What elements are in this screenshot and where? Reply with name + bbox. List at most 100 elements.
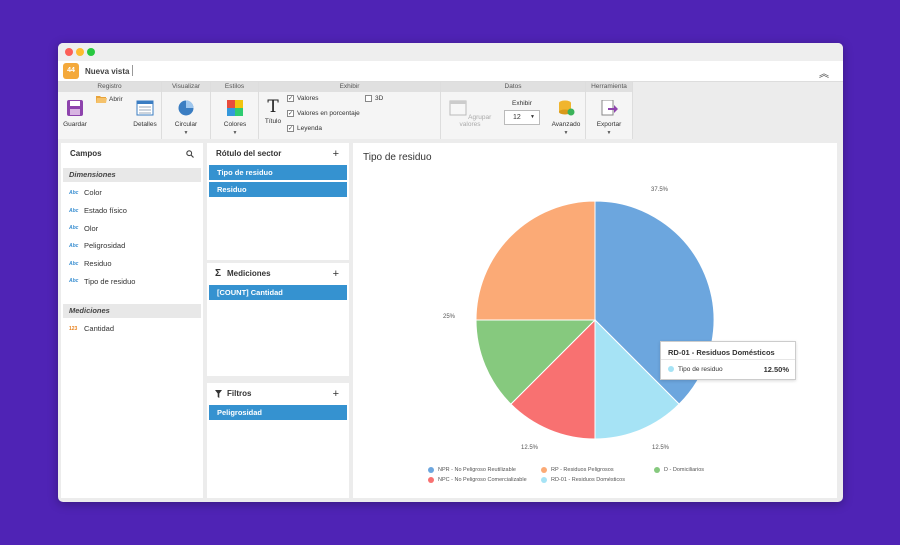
ribbon-group-estilos: Estilos Colores ▼ <box>211 82 259 139</box>
chip-tipo-de-residuo[interactable]: Tipo de residuo <box>209 165 347 180</box>
text-type-icon: Abc <box>69 207 79 214</box>
text-type-icon: Abc <box>69 189 79 196</box>
export-icon <box>601 99 618 116</box>
close-window-button[interactable] <box>65 48 73 56</box>
legend-item-npr[interactable]: NPR - No Peligroso Reutilizable <box>428 467 516 473</box>
slice-label-rp: 25% <box>443 314 456 320</box>
add-icon[interactable]: + <box>333 383 339 405</box>
avanzado-dropdown[interactable]: Avanzado ▼ <box>549 100 583 136</box>
legend-dot-icon <box>541 467 547 473</box>
filtros-header: Filtros + <box>207 383 349 405</box>
add-icon[interactable]: + <box>333 263 339 285</box>
collapse-ribbon-icon[interactable]: ︽ <box>819 65 829 80</box>
maximize-window-button[interactable] <box>87 48 95 56</box>
view-name[interactable]: Nueva vista <box>85 67 129 76</box>
field-residuo[interactable]: Abc Residuo <box>61 255 203 273</box>
legend-item-d[interactable]: D - Domiciliarios <box>654 467 704 473</box>
guardar-button[interactable]: Guardar <box>62 100 88 128</box>
mediciones-title: Mediciones <box>227 269 271 278</box>
field-cantidad[interactable]: 123 Cantidad <box>61 320 203 338</box>
valores-checkbox[interactable]: ✓ Valores <box>287 95 319 102</box>
circular-label: Circular <box>174 121 198 128</box>
agrupar-valores-button[interactable]: Agrupar valores <box>445 100 495 128</box>
field-peligrosidad[interactable]: Abc Peligrosidad <box>61 237 203 255</box>
save-icon <box>67 100 83 116</box>
ribbon-toolbar: Registro Guardar Abrir Detalles Visualiz… <box>58 82 633 139</box>
colores-label: Colores <box>223 121 247 128</box>
filter-icon <box>215 390 222 398</box>
guardar-label: Guardar <box>63 121 87 128</box>
chevron-down-icon: ▼ <box>530 114 535 120</box>
leyenda-checkbox[interactable]: ✓ Leyenda <box>287 125 322 132</box>
field-tipo-de-residuo[interactable]: Abc Tipo de residuo <box>61 272 203 290</box>
pie-slice-4[interactable] <box>475 200 596 321</box>
colores-dropdown[interactable]: Colores ▼ <box>219 100 251 136</box>
chevron-down-icon: ▼ <box>183 130 189 136</box>
3d-checkbox[interactable]: 3D <box>365 95 383 102</box>
legend-item-rd01[interactable]: RD-01 - Residuos Domésticos <box>541 477 625 483</box>
checkbox-unchecked-icon <box>365 95 372 102</box>
field-label: Residuo <box>84 259 112 269</box>
agrupar-label: Agrupar valores <box>459 114 492 128</box>
exhibir-count-select[interactable]: 12 ▼ <box>504 110 540 125</box>
leyenda-label: Leyenda <box>297 125 322 132</box>
legend-label: NPC - No Peligroso Comercializable <box>438 477 527 483</box>
exportar-label: Exportar <box>596 121 622 128</box>
circular-dropdown[interactable]: Circular ▼ <box>170 100 202 136</box>
filtros-title: Filtros <box>227 389 252 398</box>
detalles-button[interactable]: Detalles <box>132 100 158 128</box>
chevron-down-icon: ▼ <box>563 130 569 136</box>
legend-item-rp[interactable]: RP - Residuos Peligrosos <box>541 467 614 473</box>
dimensiones-section-title: Dimensiones <box>63 168 201 182</box>
campos-panel: Campos Dimensiones Abc Color Abc Estado fí… <box>61 143 203 498</box>
folder-open-icon <box>96 96 107 103</box>
field-label: Peligrosidad <box>84 241 126 251</box>
valores-porcentaje-checkbox[interactable]: ✓ Valores en porcentaje <box>287 110 360 117</box>
ribbon-group-datos: Datos Agrupar valores Exhibir 12 ▼ Avanza… <box>441 82 586 139</box>
field-olor[interactable]: Abc Olor <box>61 219 203 237</box>
minimize-window-button[interactable] <box>76 48 84 56</box>
detalles-label: Detalles <box>133 121 157 128</box>
legend-label: RP - Residuos Peligrosos <box>551 467 614 473</box>
field-label: Estado físico <box>84 206 127 216</box>
legend-dot-icon <box>428 467 434 473</box>
chevron-down-icon: ▼ <box>232 130 238 136</box>
abrir-button[interactable]: Abrir <box>96 95 123 104</box>
mediciones-header: Σ Mediciones + <box>207 263 349 285</box>
legend-label: RD-01 - Residuos Domésticos <box>551 477 625 483</box>
legend-dot-icon <box>654 467 660 473</box>
number-type-icon: 123 <box>69 325 78 332</box>
exportar-dropdown[interactable]: Exportar ▼ <box>592 99 626 136</box>
tooltip-series-name: Tipo de residuo <box>678 366 723 373</box>
ribbon-group-title: Registro <box>58 82 161 92</box>
pie-chart[interactable] <box>353 143 837 498</box>
rotulo-header: Rótulo del sector + <box>207 143 349 165</box>
text-type-icon: Abc <box>69 225 79 232</box>
add-icon[interactable]: + <box>333 143 339 165</box>
tooltip-title: RD-01 - Residuos Domésticos <box>668 348 775 357</box>
field-label: Color <box>84 188 102 198</box>
field-label: Olor <box>84 223 99 233</box>
details-icon <box>136 100 154 116</box>
search-icon[interactable] <box>186 150 194 158</box>
text-cursor <box>132 65 133 76</box>
pie-chart-icon <box>178 100 194 116</box>
checkbox-checked-icon: ✓ <box>287 95 294 102</box>
app-header: 44 Nueva vista ︽ <box>58 61 843 82</box>
tooltip-divider <box>661 359 795 360</box>
field-color[interactable]: Abc Color <box>61 184 203 202</box>
tooltip-series-dot <box>668 366 674 372</box>
titulo-button[interactable]: T Título <box>261 99 285 126</box>
tooltip-value: 12.50% <box>763 365 789 374</box>
chip-residuo[interactable]: Residuo <box>209 182 347 197</box>
chip-peligrosidad[interactable]: Peligrosidad <box>209 405 347 420</box>
app-window: 44 Nueva vista ︽ Registro Guardar Abrir … <box>58 43 843 502</box>
titulo-label: Título <box>264 118 282 125</box>
checkbox-checked-icon: ✓ <box>287 125 294 132</box>
slice-label-npc: 12.5% <box>652 445 670 451</box>
text-type-icon: Abc <box>69 242 79 249</box>
chip-count-cantidad[interactable]: [COUNT] Cantidad <box>209 285 347 300</box>
legend-item-npc[interactable]: NPC - No Peligroso Comercializable <box>428 477 527 483</box>
sigma-icon: Σ <box>215 268 222 279</box>
field-estado-fisico[interactable]: Abc Estado físico <box>61 202 203 220</box>
